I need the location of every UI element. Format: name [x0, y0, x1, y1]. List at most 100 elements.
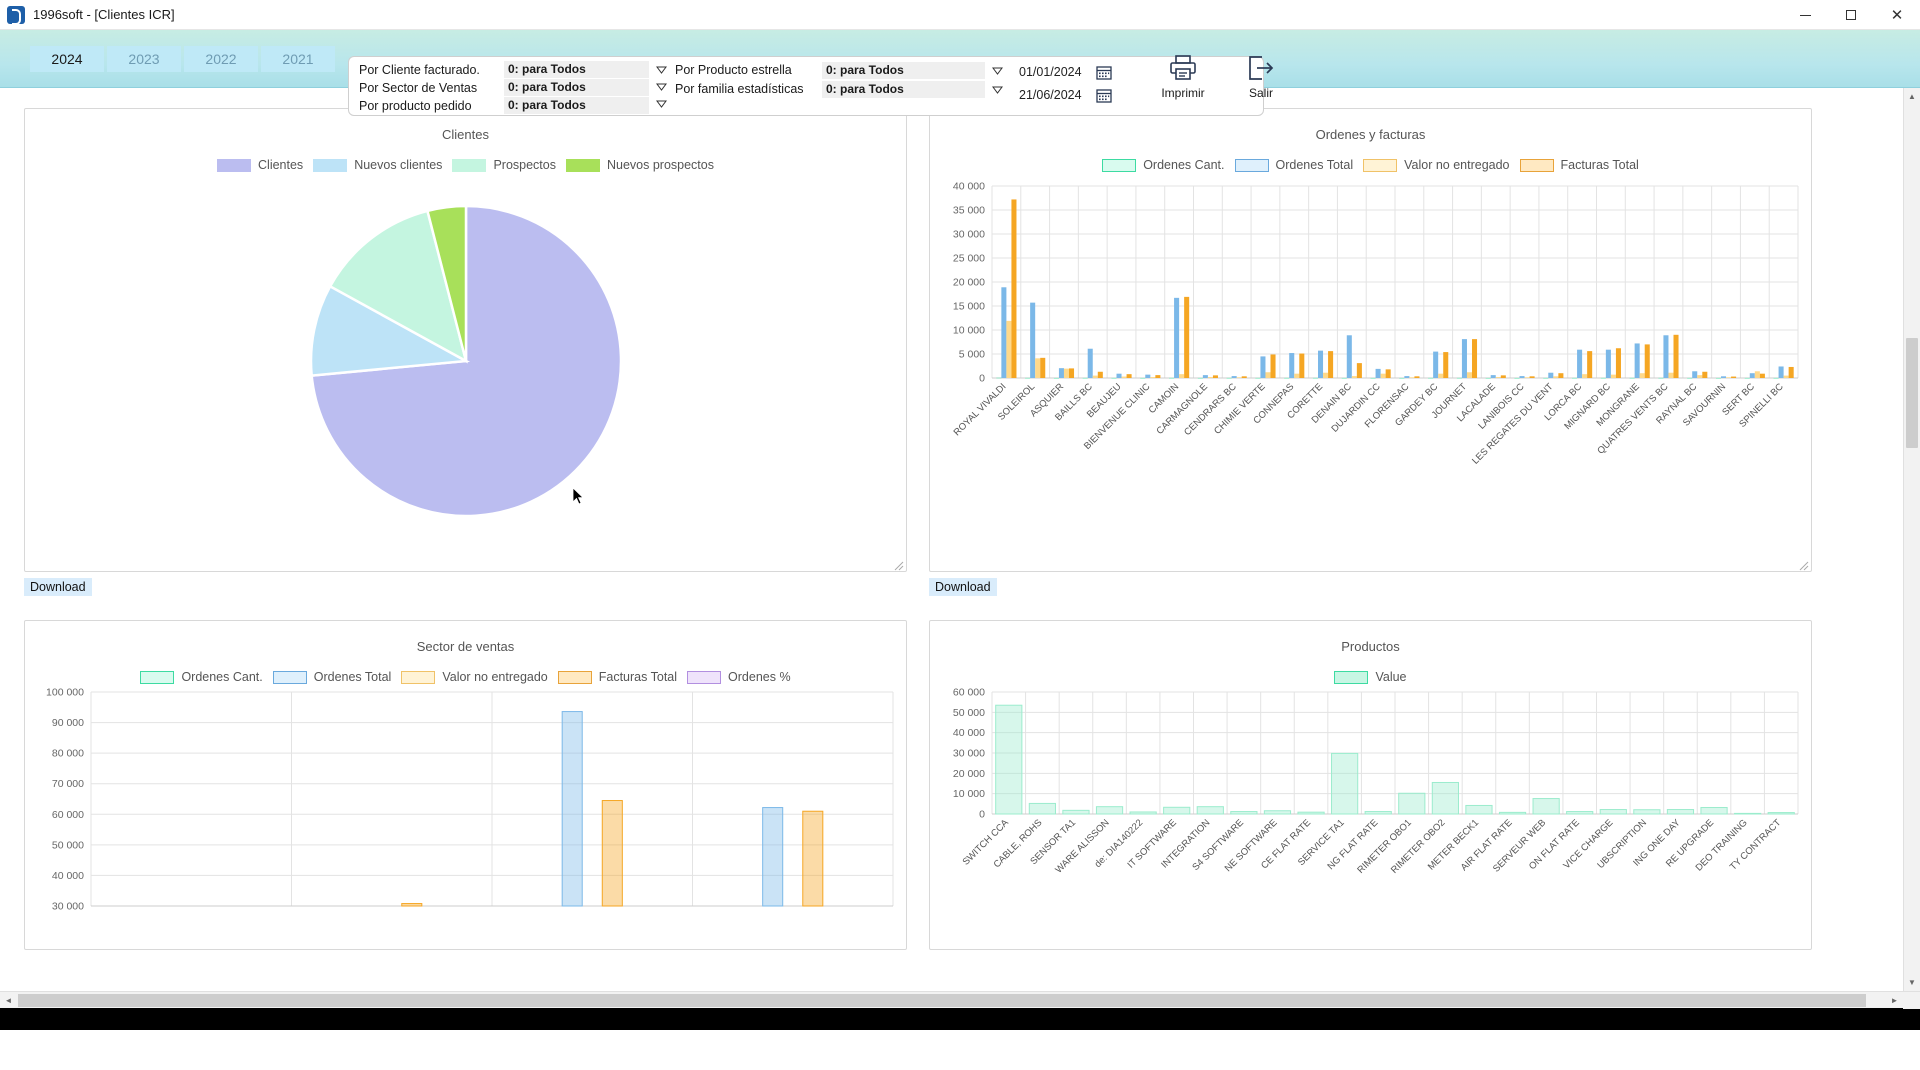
filter-dropdown-carets-left [649, 61, 675, 111]
clientes-chart-card: Clientes Clientes Nuevos clientes Prospe… [24, 108, 907, 572]
filter-dropdown-carets-right [985, 61, 1013, 111]
sector-ventas-legend: Ordenes Cant. Ordenes Total Valor no ent… [25, 670, 906, 684]
sector-ventas-chart-card: Sector de ventas Ordenes Cant. Ordenes T… [24, 620, 907, 950]
calendar-icon[interactable] [1095, 88, 1112, 103]
print-button[interactable]: Imprimir [1155, 54, 1211, 100]
svg-text:40 000: 40 000 [52, 870, 84, 882]
chevron-down-icon[interactable] [991, 83, 1004, 96]
legend-item-valor-no-entregado[interactable]: Valor no entregado [1363, 158, 1510, 172]
resize-handle[interactable] [1799, 559, 1809, 571]
svg-text:50 000: 50 000 [953, 707, 985, 719]
legend-item-ordenes-total[interactable]: Ordenes Total [1234, 158, 1354, 172]
vertical-scroll-thumb[interactable] [1906, 338, 1918, 448]
legend-label-ordenes-cant: Ordenes Cant. [181, 670, 263, 684]
filters-panel: Por Cliente facturado. 0: para Todos Por… [348, 56, 1264, 116]
maximize-button[interactable] [1828, 0, 1874, 30]
legend-swatch-facturas-total [557, 670, 592, 684]
scrollbar-corner [1903, 992, 1920, 1009]
svg-text:60 000: 60 000 [52, 809, 84, 821]
svg-text:5 000: 5 000 [959, 349, 985, 361]
filter-row-producto-pedido: Por producto pedido 0: para Todos [359, 97, 649, 114]
legend-item-facturas-total[interactable]: Facturas Total [557, 670, 678, 684]
filter-label-familia-estadisticas: Por familia estadísticas [675, 82, 804, 96]
svg-text:80 000: 80 000 [52, 748, 84, 760]
legend-swatch-value [1334, 670, 1369, 684]
horizontal-scroll-thumb[interactable] [18, 994, 1866, 1007]
legend-label-valor-no-entregado: Valor no entregado [442, 670, 548, 684]
svg-text:40 000: 40 000 [953, 727, 985, 739]
filter-row-producto-estrella: Por Producto estrella 0: para Todos [675, 61, 985, 79]
year-button-2024[interactable]: 2024 [30, 45, 104, 72]
legend-swatch-ordenes-cant [1102, 158, 1137, 172]
legend-item-valor-no-entregado[interactable]: Valor no entregado [401, 670, 548, 684]
sector-ventas-chart-title: Sector de ventas [416, 639, 515, 654]
exit-icon [1246, 54, 1276, 85]
exit-button-label: Salir [1248, 86, 1273, 100]
legend-label-facturas-total: Facturas Total [1560, 158, 1639, 172]
ordenes-facturas-chart-card: Ordenes y facturas Ordenes Cant. Ordenes… [929, 108, 1812, 572]
scroll-left-button[interactable]: ◄ [0, 992, 17, 1009]
chevron-down-icon[interactable] [655, 80, 668, 93]
close-button[interactable]: ✕ [1874, 0, 1920, 30]
legend-label-facturas-total: Facturas Total [598, 670, 678, 684]
legend-swatch-ordenes-pct [687, 670, 722, 684]
svg-text:25 000: 25 000 [953, 253, 985, 265]
legend-item-ordenes-cant[interactable]: Ordenes Cant. [1102, 158, 1225, 172]
clientes-pie-plot[interactable] [25, 172, 906, 540]
chevron-down-icon[interactable] [655, 97, 668, 110]
legend-label-value: Value [1375, 670, 1407, 684]
scroll-up-button[interactable]: ▲ [1904, 88, 1920, 105]
chevron-down-icon[interactable] [655, 63, 668, 76]
legend-swatch-valor-no-entregado [1363, 158, 1398, 172]
legend-item-facturas-total[interactable]: Facturas Total [1519, 158, 1639, 172]
legend-label-ordenes-total: Ordenes Total [313, 670, 392, 684]
svg-text:30 000: 30 000 [953, 229, 985, 241]
ordenes-facturas-plot[interactable]: 0 5 000 10 000 15 000 20 000 25 000 30 000 35 0… [930, 172, 1810, 554]
legend-item-ordenes-total[interactable]: Ordenes Total [272, 670, 392, 684]
legend-swatch-valor-no-entregado [401, 670, 436, 684]
date-row-from: 01/01/2024 [1013, 61, 1173, 83]
svg-text:CHIMIE VERTE: CHIMIE VERTE [1212, 381, 1267, 436]
print-button-label: Imprimir [1161, 86, 1205, 100]
calendar-icon[interactable] [1095, 65, 1112, 80]
horizontal-scrollbar[interactable]: ◄ ► [0, 991, 1920, 1009]
ordenes-facturas-legend: Ordenes Cant. Ordenes Total Valor no ent… [930, 158, 1811, 172]
filter-group-right: Por Producto estrella 0: para Todos Por … [675, 61, 985, 111]
productos-plot[interactable]: 010 00020 00030 00040 00050 00060 000SWI… [930, 684, 1810, 914]
year-button-2021[interactable]: 2021 [261, 45, 335, 72]
legend-item-value[interactable]: Value [1334, 670, 1407, 684]
legend-item-ordenes-cant[interactable]: Ordenes Cant. [140, 670, 263, 684]
svg-text:20 000: 20 000 [953, 277, 985, 289]
date-to-value[interactable]: 21/06/2024 [1019, 88, 1082, 102]
scroll-down-button[interactable]: ▼ [1904, 974, 1920, 991]
svg-text:90 000: 90 000 [52, 717, 84, 729]
date-from-value[interactable]: 01/01/2024 [1019, 65, 1082, 79]
legend-label-ordenes-total: Ordenes Total [1275, 158, 1354, 172]
filter-row-familia-estadisticas: Por familia estadísticas 0: para Todos [675, 80, 985, 98]
download-button-ordenes-facturas[interactable]: Download [929, 578, 997, 596]
resize-handle[interactable] [894, 559, 904, 571]
filter-value-producto-estrella[interactable]: 0: para Todos [822, 61, 985, 79]
filter-row-cliente-facturado: Por Cliente facturado. 0: para Todos [359, 61, 649, 78]
date-row-to: 21/06/2024 [1013, 84, 1173, 106]
exit-button[interactable]: Salir [1233, 54, 1289, 100]
year-button-2023[interactable]: 2023 [107, 45, 181, 72]
taskbar-strip [0, 1008, 1920, 1030]
legend-label-ordenes-pct: Ordenes % [728, 670, 791, 684]
filter-value-cliente-facturado[interactable]: 0: para Todos [504, 61, 649, 78]
sector-ventas-plot[interactable]: 30 000 40 000 50 000 60 000 70 000 80 000 90 0… [25, 684, 905, 914]
download-button-clientes[interactable]: Download [24, 578, 92, 596]
svg-text:30 000: 30 000 [953, 748, 985, 760]
vertical-scrollbar[interactable]: ▲ ▼ [1903, 88, 1920, 991]
chevron-down-icon[interactable] [991, 64, 1004, 77]
legend-label-valor-no-entregado: Valor no entregado [1404, 158, 1510, 172]
year-button-2022[interactable]: 2022 [184, 45, 258, 72]
window-title: 1996soft - [Clientes ICR] [33, 7, 175, 22]
filter-value-producto-pedido[interactable]: 0: para Todos [504, 97, 649, 114]
minimize-button[interactable] [1782, 0, 1828, 30]
filter-value-familia-estadisticas[interactable]: 0: para Todos [822, 80, 985, 98]
filter-value-sector-ventas[interactable]: 0: para Todos [504, 79, 649, 96]
filter-label-producto-estrella: Por Producto estrella [675, 63, 792, 77]
legend-item-ordenes-pct[interactable]: Ordenes % [687, 670, 791, 684]
scroll-right-button[interactable]: ► [1886, 992, 1903, 1009]
